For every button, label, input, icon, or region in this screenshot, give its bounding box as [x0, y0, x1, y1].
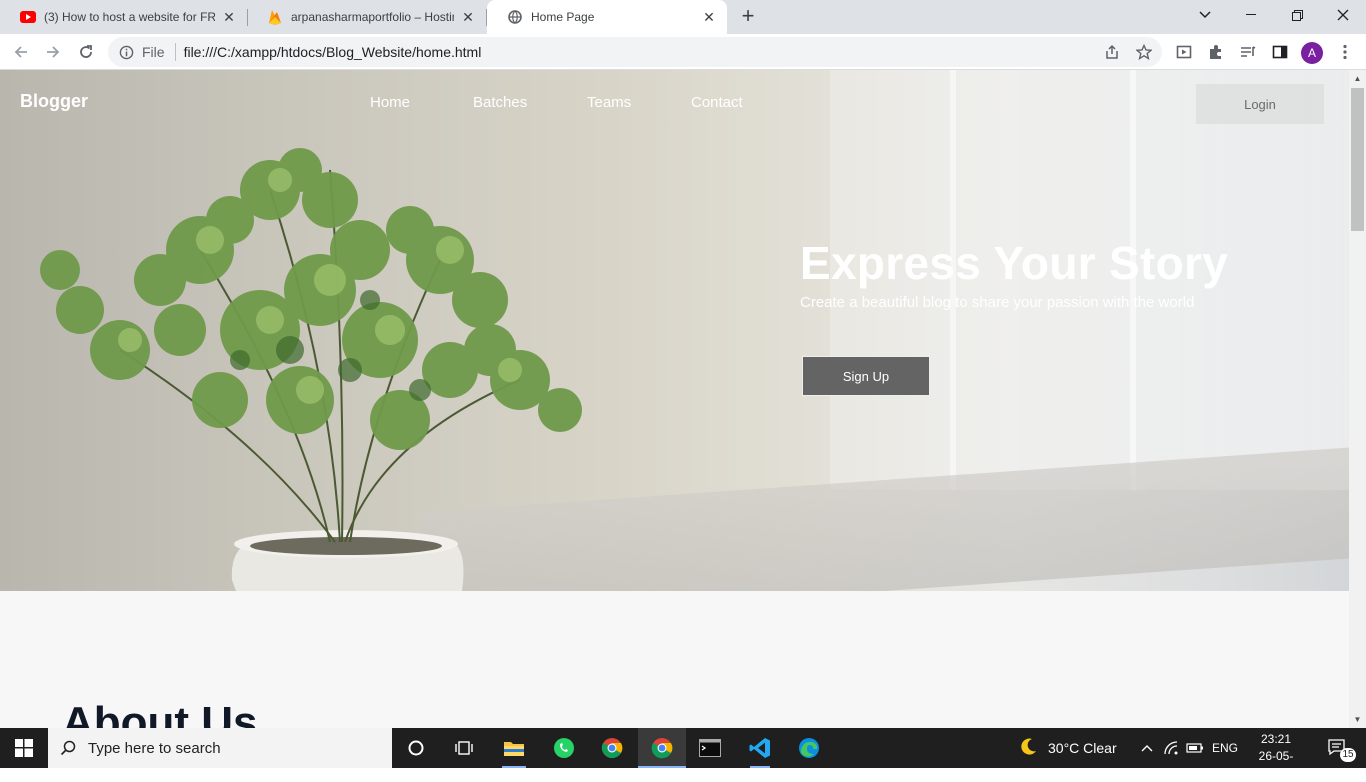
tab-title: arpanasharmaportfolio – Hosting	[291, 10, 454, 24]
share-button[interactable]	[1099, 39, 1125, 65]
scheme-label: File	[142, 44, 165, 60]
url-text[interactable]: file:///C:/xampp/htdocs/Blog_Website/hom…	[184, 44, 482, 60]
nav-teams[interactable]: Teams	[587, 94, 631, 111]
media-icon	[1176, 45, 1192, 59]
restore-button[interactable]	[1274, 0, 1320, 30]
whatsapp-icon[interactable]	[544, 728, 584, 768]
chevron-up-icon[interactable]	[1138, 728, 1156, 768]
terminal-icon[interactable]	[692, 728, 728, 768]
firebase-icon	[267, 9, 283, 25]
tab-home-page[interactable]: Home Page ✕	[487, 0, 727, 34]
site-logo[interactable]: Blogger	[20, 91, 88, 112]
tab-title: (3) How to host a website for FREE	[44, 10, 215, 24]
reading-list-icon	[1241, 46, 1256, 57]
search-icon	[48, 740, 88, 756]
task-view-icon[interactable]	[446, 728, 482, 768]
side-panel-icon	[1272, 45, 1288, 59]
close-tab-icon[interactable]: ✕	[221, 9, 237, 25]
page-viewport: Blogger Home Batches Teams Contact Login…	[0, 70, 1349, 728]
hero-subtitle: Create a beautiful blog to share your pa…	[800, 294, 1195, 311]
restore-icon	[1291, 9, 1303, 21]
clock-date: 26-05-2022	[1258, 749, 1294, 780]
back-arrow-icon	[14, 46, 27, 58]
reload-icon	[80, 45, 92, 58]
chrome-icon[interactable]	[638, 728, 686, 768]
hero-section: Blogger Home Batches Teams Contact Login…	[0, 70, 1349, 591]
star-icon	[1136, 44, 1152, 60]
browser-toolbar: File file:///C:/xampp/htdocs/Blog_Websit…	[0, 34, 1366, 70]
language-indicator[interactable]: ENG	[1208, 728, 1242, 768]
youtube-icon	[20, 9, 36, 25]
divider	[174, 43, 176, 61]
edge-icon[interactable]	[788, 728, 830, 768]
moon-icon	[1020, 737, 1038, 760]
globe-icon	[507, 9, 523, 25]
scroll-thumb[interactable]	[1351, 88, 1364, 231]
puzzle-icon	[1210, 45, 1221, 59]
wifi-icon[interactable]	[1160, 728, 1182, 768]
side-panel-button[interactable]	[1267, 39, 1293, 65]
clock-time: 23:21	[1260, 732, 1292, 746]
battery-icon[interactable]	[1184, 728, 1206, 768]
nav-batches[interactable]: Batches	[473, 94, 527, 111]
kebab-menu-icon	[1343, 44, 1347, 60]
signup-button[interactable]: Sign Up	[802, 356, 930, 396]
share-icon	[1106, 44, 1118, 59]
tab-title: Home Page	[531, 10, 595, 24]
scroll-up-icon[interactable]: ▲	[1349, 70, 1366, 87]
nav-home[interactable]: Home	[370, 94, 410, 111]
weather-text: 30°C Clear	[1048, 740, 1117, 756]
menu-button[interactable]	[1332, 39, 1358, 65]
info-icon[interactable]	[118, 44, 134, 60]
tab-youtube[interactable]: (3) How to host a website for FREE ✕	[0, 0, 248, 34]
about-heading: About Us	[62, 698, 258, 728]
windows-logo-icon	[15, 739, 33, 757]
forward-arrow-icon	[47, 46, 60, 58]
weather-widget[interactable]: 30°C Clear	[1020, 728, 1132, 768]
taskbar: Type here to search 30°C Clear ENG 23:21…	[0, 728, 1366, 780]
tab-firebase[interactable]: arpanasharmaportfolio – Hosting ✕	[247, 0, 487, 34]
scroll-down-icon[interactable]: ▼	[1349, 711, 1366, 728]
page-scrollbar[interactable]: ▲ ▼	[1349, 70, 1366, 728]
minimize-button[interactable]	[1228, 0, 1274, 30]
bookmark-button[interactable]	[1131, 39, 1157, 65]
clock[interactable]: 23:21 26-05-2022	[1246, 731, 1306, 782]
extensions-button[interactable]	[1203, 39, 1229, 65]
media-button[interactable]	[1171, 39, 1197, 65]
vscode-icon[interactable]	[740, 728, 780, 768]
login-button[interactable]: Login	[1196, 84, 1324, 124]
close-window-button[interactable]	[1320, 0, 1366, 30]
profile-avatar[interactable]: A	[1301, 42, 1323, 64]
forward-button[interactable]	[40, 39, 66, 65]
chevron-down-icon	[1199, 11, 1211, 19]
reading-list-button[interactable]	[1235, 39, 1261, 65]
close-tab-icon[interactable]: ✕	[701, 9, 717, 25]
notifications-button[interactable]: 15	[1318, 728, 1358, 768]
start-button[interactable]	[0, 728, 48, 768]
tab-strip: (3) How to host a website for FREE ✕ arp…	[0, 0, 1366, 34]
address-bar[interactable]: File file:///C:/xampp/htdocs/Blog_Websit…	[108, 37, 1162, 67]
file-explorer-icon[interactable]	[494, 728, 534, 768]
notification-count: 15	[1340, 748, 1356, 762]
cortana-icon[interactable]	[398, 728, 434, 768]
nav-contact[interactable]: Contact	[691, 94, 743, 111]
plant-image	[40, 148, 582, 591]
close-tab-icon[interactable]: ✕	[460, 9, 476, 25]
minimize-icon	[1246, 14, 1256, 15]
taskbar-search[interactable]: Type here to search	[48, 728, 392, 768]
reload-button[interactable]	[73, 39, 99, 65]
tab-search-button[interactable]	[1182, 0, 1228, 30]
back-button[interactable]	[8, 39, 34, 65]
new-tab-button[interactable]: +	[736, 5, 760, 29]
hero-title: Express Your Story	[800, 237, 1229, 289]
close-icon	[1337, 9, 1349, 21]
chrome-icon[interactable]	[592, 728, 632, 768]
language-text: ENG	[1211, 741, 1238, 755]
search-placeholder: Type here to search	[88, 739, 221, 757]
